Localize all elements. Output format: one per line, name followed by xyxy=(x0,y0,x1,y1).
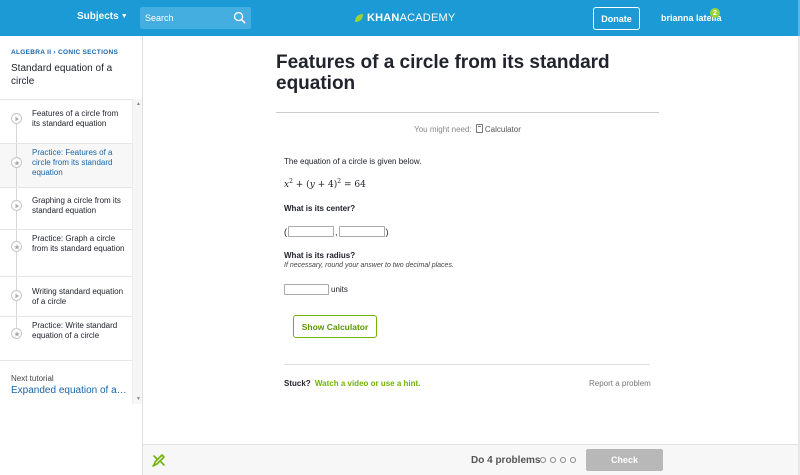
khan-academy-logo[interactable]: KHAN ACADEMY xyxy=(354,11,455,25)
tutorial-item-list: Features of a circle from its standard e… xyxy=(0,99,132,358)
next-tutorial-link[interactable]: Expanded equation of a circle xyxy=(11,385,129,396)
breadcrumb[interactable]: ALGEBRA II › CONIC SECTIONS xyxy=(11,49,118,56)
question-prompt: The equation of a circle is given below. xyxy=(284,157,422,166)
page-title: Features of a circle from its standard e… xyxy=(276,52,610,94)
scratchpad-pencil-icon[interactable] xyxy=(151,452,167,468)
progress-dot xyxy=(570,457,576,463)
check-button[interactable]: Check xyxy=(586,449,663,471)
star-icon xyxy=(11,328,22,339)
exercise-footer: Do 4 problems Check xyxy=(143,444,800,475)
search-icon[interactable] xyxy=(233,11,246,24)
show-calculator-button[interactable]: Show Calculator xyxy=(293,315,377,338)
tutorial-title: Standard equation of a circle xyxy=(11,63,113,87)
progress-rail xyxy=(16,230,17,277)
scroll-down-icon[interactable]: ▼ xyxy=(136,396,141,402)
search-input[interactable] xyxy=(145,10,230,26)
next-tutorial-label: Next tutorial xyxy=(11,374,54,383)
chevron-down-icon: ▼ xyxy=(120,13,128,20)
center-question: What is its center? xyxy=(284,204,356,213)
units-label: units xyxy=(331,285,348,294)
logo-text-khan: KHAN xyxy=(367,12,400,24)
play-icon xyxy=(11,290,22,301)
progress-dot xyxy=(540,457,546,463)
calculator-link[interactable]: Calculator xyxy=(474,124,521,134)
donate-button[interactable]: Donate xyxy=(593,7,640,30)
calculator-icon xyxy=(475,124,483,133)
sidebar-item-video-writing[interactable]: Writing standard equation of a circle xyxy=(0,276,132,317)
radius-input[interactable] xyxy=(284,284,329,295)
radius-answer-group: units xyxy=(284,284,348,295)
notification-badge[interactable]: 2 xyxy=(710,8,720,18)
star-icon xyxy=(11,157,22,168)
radius-question: What is its radius? xyxy=(284,251,356,260)
sidebar-item-label: Writing standard equation of a circle xyxy=(32,287,124,306)
might-need-label: You might need: xyxy=(414,125,472,134)
paren-open: ( xyxy=(284,226,287,237)
progress-dot xyxy=(550,457,556,463)
center-y-input[interactable] xyxy=(338,226,385,237)
sidebar-item-label: Practice: Features of a circle from its … xyxy=(32,148,113,177)
subjects-label: Subjects xyxy=(77,11,119,22)
top-nav-bar: Subjects▼ KHANACADEMY Donate brianna lat… xyxy=(0,0,800,36)
hint-link[interactable]: Watch a video or use a hint. xyxy=(315,379,421,388)
tools-needed: You might need: Calculator xyxy=(276,124,659,134)
rounding-instruction: If necessary, round your answer to two d… xyxy=(284,262,454,269)
sidebar-item-label: Graphing a circle from its standard equa… xyxy=(32,196,121,215)
circle-equation: x2 + (y + 4)2 = 64 xyxy=(284,178,366,190)
stuck-section: Stuck? Watch a video or use a hint. xyxy=(284,379,420,388)
play-icon xyxy=(11,113,22,124)
divider xyxy=(284,364,650,365)
sidebar-item-practice-graph[interactable]: Practice: Graph a circle from its standa… xyxy=(0,229,132,277)
divider xyxy=(276,112,659,113)
star-icon xyxy=(11,241,22,252)
tutorial-sidebar: ALGEBRA II › CONIC SECTIONS Standard equ… xyxy=(0,36,143,475)
sidebar-item-practice-write[interactable]: Practice: Write standard equation of a c… xyxy=(0,316,132,358)
question-area xyxy=(276,146,659,340)
report-problem-link[interactable]: Report a problem xyxy=(589,379,651,388)
sidebar-item-video-features[interactable]: Features of a circle from its standard e… xyxy=(0,99,132,144)
logo-text-academy: ACADEMY xyxy=(399,12,456,24)
sidebar-item-label: Features of a circle from its standard e… xyxy=(32,109,119,128)
calculator-link-label: Calculator xyxy=(484,125,521,134)
problem-goal-label: Do 4 problems xyxy=(471,455,541,466)
progress-dot xyxy=(560,457,566,463)
center-answer-group: ( , ) xyxy=(284,226,389,237)
sidebar-item-video-graphing[interactable]: Graphing a circle from its standard equa… xyxy=(0,187,132,230)
leaf-icon xyxy=(355,14,363,22)
divider xyxy=(0,360,132,361)
progress-dots xyxy=(540,457,580,463)
sidebar-item-practice-features[interactable]: Practice: Features of a circle from its … xyxy=(0,143,132,188)
subjects-menu[interactable]: Subjects ▼ xyxy=(77,11,128,22)
search-box[interactable] xyxy=(140,7,251,29)
sidebar-item-label: Practice: Write standard equation of a c… xyxy=(32,321,118,340)
sidebar-scrollbar[interactable]: ▲ ▼ xyxy=(132,99,142,404)
stuck-label: Stuck? xyxy=(284,379,311,388)
paren-close: ) xyxy=(385,226,389,237)
play-icon xyxy=(11,200,22,211)
comma: , xyxy=(335,226,338,237)
sidebar-item-label: Practice: Graph a circle from its standa… xyxy=(32,234,125,253)
center-x-input[interactable] xyxy=(288,226,334,237)
progress-rail xyxy=(16,122,17,144)
scroll-up-icon[interactable]: ▲ xyxy=(136,101,141,107)
